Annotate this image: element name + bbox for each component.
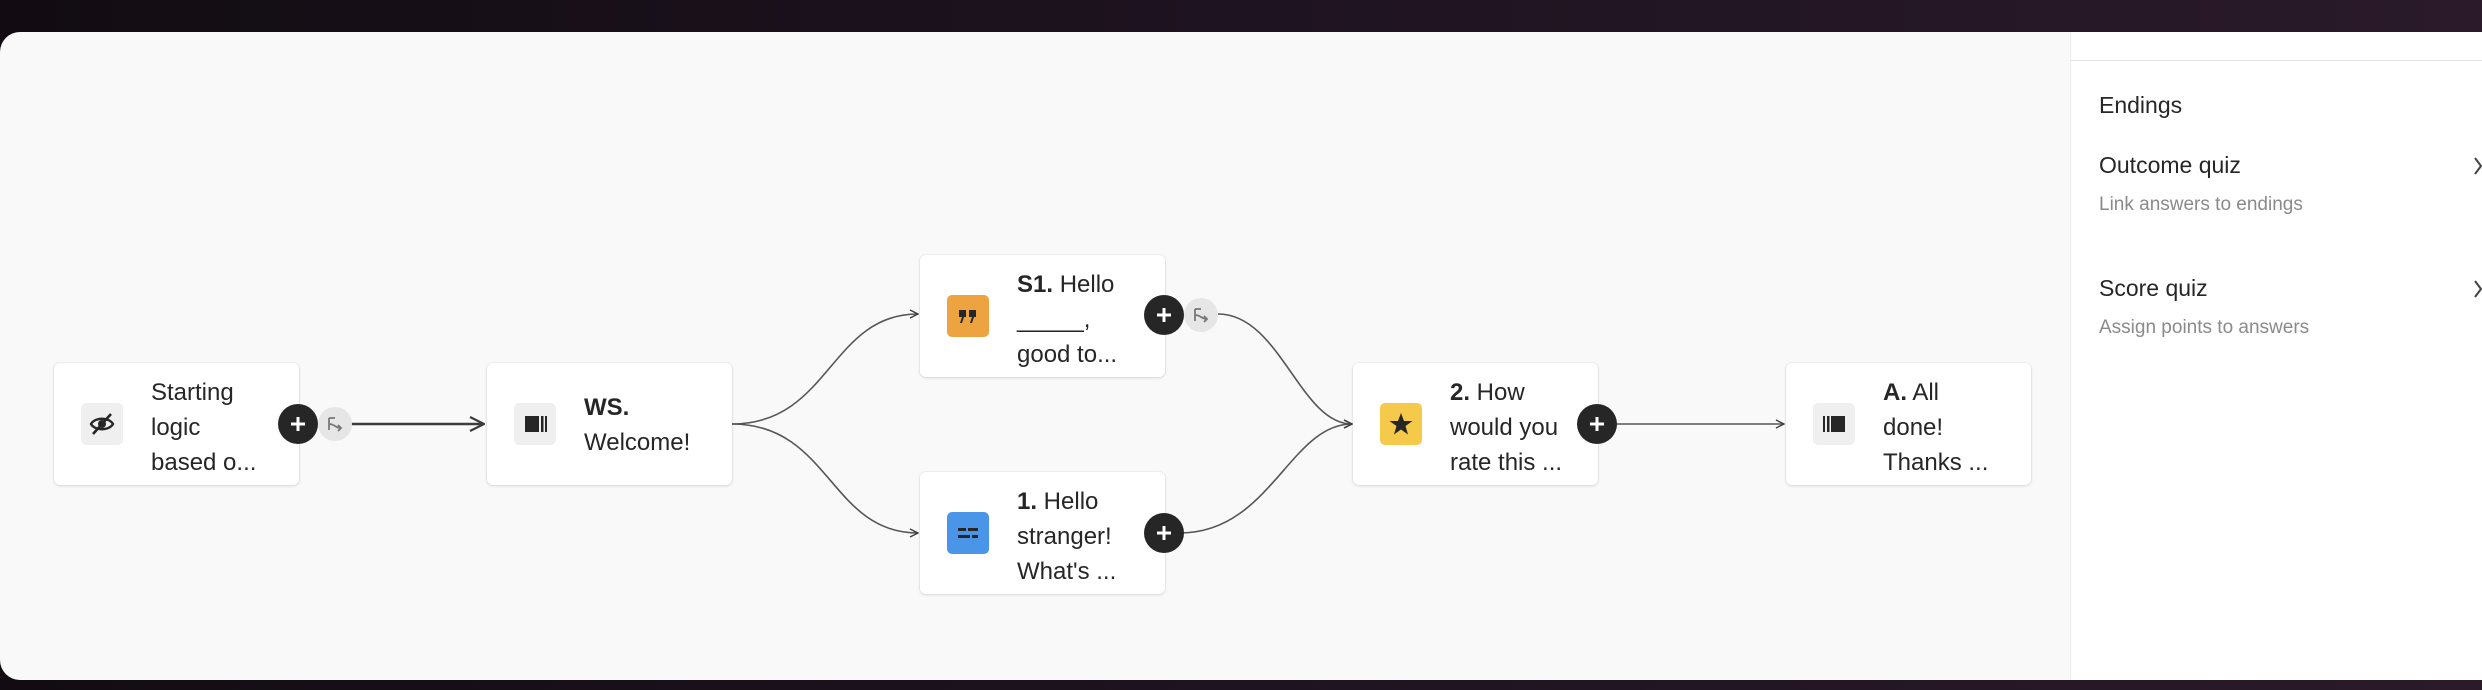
app-window: Starting logic based o... WS. Welcome! S… xyxy=(0,32,2482,680)
plus-icon xyxy=(291,417,305,431)
branch-logic-button[interactable] xyxy=(318,407,352,441)
chevron-right-icon xyxy=(2474,280,2482,298)
plus-icon xyxy=(1157,526,1171,540)
ending-screen-icon xyxy=(1813,403,1855,445)
flow-node-ending[interactable]: A. All done! Thanks ... xyxy=(1786,363,2031,485)
sidebar-item-description: Link answers to endings xyxy=(2099,194,2303,215)
add-block-button[interactable] xyxy=(1144,295,1184,335)
branch-logic-button[interactable] xyxy=(1184,298,1218,332)
quote-icon xyxy=(947,295,989,337)
connector-s1-q2 xyxy=(1217,313,1352,424)
flow-node-start[interactable]: Starting logic based o... xyxy=(54,363,299,485)
plus-icon xyxy=(1157,308,1171,322)
star-icon xyxy=(1380,403,1422,445)
section-title: Endings xyxy=(2099,92,2183,118)
add-block-button[interactable] xyxy=(278,404,318,444)
logic-map-canvas[interactable]: Starting logic based o... WS. Welcome! S… xyxy=(0,32,2070,680)
chevron-right-icon xyxy=(2474,157,2482,175)
flow-node-s1[interactable]: S1. Hello _____, good to... xyxy=(920,255,1165,377)
node-label: A. All done! Thanks ... xyxy=(1883,379,1989,476)
flow-node-welcome[interactable]: WS. Welcome! xyxy=(487,363,732,485)
welcome-screen-icon xyxy=(514,403,556,445)
add-block-button[interactable] xyxy=(1144,513,1184,553)
sidebar-item-title: Score quiz xyxy=(2099,275,2208,301)
short-text-icon xyxy=(947,512,989,554)
divider xyxy=(2071,60,2482,61)
sidebar-item-score-quiz[interactable]: Score quiz Assign points to answers xyxy=(2099,275,2482,355)
plus-icon xyxy=(1590,417,1604,431)
eye-off-icon xyxy=(81,403,123,445)
flow-node-q1[interactable]: 1. Hello stranger! What's ... xyxy=(920,472,1165,594)
sidebar-item-title: Outcome quiz xyxy=(2099,152,2241,178)
node-label: 1. Hello stranger! What's ... xyxy=(1017,488,1117,585)
sidebar-item-outcome-quiz[interactable]: Outcome quiz Link answers to endings xyxy=(2099,152,2482,232)
branch-icon xyxy=(328,417,343,432)
node-label: Starting logic based o... xyxy=(151,379,257,476)
connector-q1-q2 xyxy=(1179,424,1352,534)
connector-ws-s1 xyxy=(731,314,918,425)
flow-node-q2[interactable]: 2. How would you rate this ... xyxy=(1353,363,1598,485)
add-block-button[interactable] xyxy=(1577,404,1617,444)
connector-ws-q1 xyxy=(731,423,918,533)
node-label: S1. Hello _____, good to... xyxy=(1017,271,1118,368)
branch-icon xyxy=(1194,308,1209,323)
sidebar-item-description: Assign points to answers xyxy=(2099,317,2310,338)
node-label: WS. Welcome! xyxy=(584,394,691,456)
logic-sidebar: Endings Outcome quiz Link answers to end… xyxy=(2070,32,2482,680)
node-label: 2. How would you rate this ... xyxy=(1450,379,1563,476)
